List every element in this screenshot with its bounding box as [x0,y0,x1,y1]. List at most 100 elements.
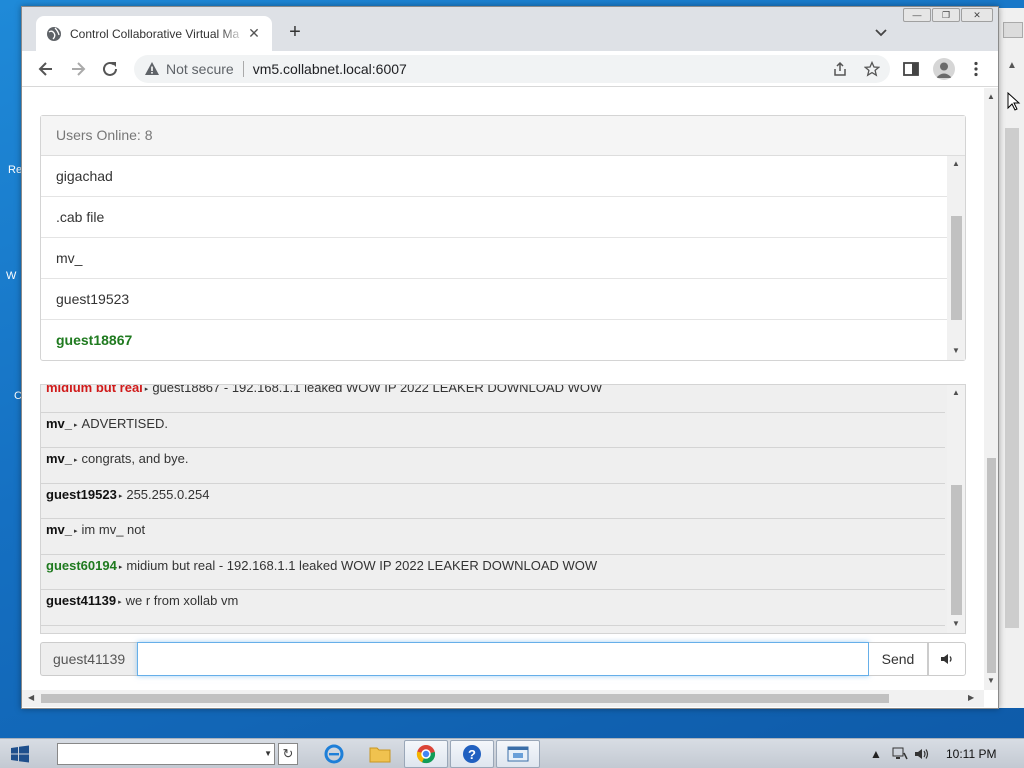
share-icon[interactable] [832,61,848,77]
desktop-icon-label: Re [8,164,23,176]
scroll-thumb[interactable] [987,458,996,673]
browser-tab[interactable]: Control Collaborative Virtual Ma ✕ [36,16,272,51]
close-tab-icon[interactable]: ✕ [246,25,262,42]
kebab-menu-icon[interactable] [967,60,985,78]
chat-input[interactable] [137,642,869,676]
chat-message: mv_ ▸ ADVERTISED. [41,413,945,448]
chat-message: mv_ ▸ congrats, and bye. [41,448,945,484]
help-icon: ? [463,745,481,763]
restore-button[interactable]: ❐ [932,8,960,22]
page-vertical-scrollbar[interactable]: ▲ ▼ [984,88,998,690]
back-arrow-icon[interactable] [36,59,56,79]
scroll-down-icon[interactable]: ▼ [952,619,960,628]
user-list-item-self[interactable]: guest18867 [41,320,947,360]
new-tab-button[interactable]: + [284,21,306,43]
background-window-scrollbar[interactable] [1005,128,1019,628]
page-horizontal-scrollbar[interactable]: ◀ ▶ [22,690,984,707]
caret-right-icon: ▸ [74,421,78,429]
scroll-up-icon[interactable]: ▲ [952,159,960,168]
side-panel-icon[interactable] [902,60,920,78]
browser-window: Control Collaborative Virtual Ma ✕ + — ❐… [21,6,999,709]
chat-message-text: midium but real - 192.168.1.1 leaked WOW… [126,557,598,573]
refresh-icon[interactable]: ↻ [278,743,298,765]
security-label[interactable]: Not secure [166,61,234,77]
user-list-item[interactable]: .cab file [41,197,947,238]
chat-message-username[interactable]: guest41139 [46,593,116,608]
scroll-right-icon[interactable]: ▶ [968,693,974,702]
chat-message: guest41139 ▸ we r from xollab vm [41,590,945,626]
chrome-icon [416,745,436,764]
star-icon[interactable] [864,61,880,77]
network-window-icon [507,746,529,762]
background-window[interactable]: ▲ [998,8,1024,708]
user-list-scrollbar[interactable]: ▲ ▼ [947,156,965,360]
user-list-item[interactable]: gigachad [41,156,947,197]
taskbar-chrome-button[interactable] [404,740,448,768]
scroll-up-icon[interactable]: ▲ [987,92,995,101]
send-button[interactable]: Send [869,642,928,676]
user-list-item[interactable]: guest19523 [41,279,947,320]
taskbar: ▼ ↻ ? ▲ 10:11 PM [0,738,1024,768]
user-list-item[interactable]: mv_ [41,238,947,279]
chat-message-username[interactable]: guest19523 [46,487,117,502]
address-separator [242,61,244,77]
profile-avatar[interactable] [933,58,955,80]
taskbar-ie-button[interactable] [312,740,356,768]
caret-right-icon: ▸ [118,599,122,606]
url-text[interactable]: vm5.collabnet.local:6007 [253,61,407,77]
chat-message: mv_ ▸ im mv_ not [41,519,945,555]
chat-message-username[interactable]: midium but real [46,385,143,395]
chat-message: guest60194 ▸ midium but real - 192.168.1.1… [41,555,945,590]
taskbar-help-button[interactable]: ? [450,740,494,768]
caret-right-icon: ▸ [74,457,78,464]
internet-explorer-icon [324,744,344,764]
folder-icon [369,747,391,763]
browser-toolbar: Not secure vm5.collabnet.local:6007 [22,51,998,87]
volume-tray-icon[interactable] [914,747,932,761]
users-online-header: Users Online: 8 [41,116,965,156]
tab-strip: Control Collaborative Virtual Ma ✕ + — ❐… [22,7,998,51]
reload-icon[interactable] [100,59,120,79]
minimize-button[interactable]: — [903,8,931,22]
clock[interactable]: 10:11 PM [946,747,996,761]
globe-icon [47,26,61,41]
scroll-left-icon[interactable]: ◀ [28,693,34,702]
desktop-icon-label: W [6,270,17,282]
volume-button[interactable] [928,642,966,676]
forward-arrow-icon[interactable] [68,59,88,79]
address-bar[interactable]: Not secure vm5.collabnet.local:6007 [134,55,890,83]
chevron-down-icon[interactable] [872,23,890,41]
chat-message-username[interactable]: guest60194 [46,558,117,573]
scroll-down-icon[interactable]: ▼ [952,346,960,355]
scroll-thumb[interactable] [41,694,889,703]
scroll-thumb[interactable] [951,216,962,320]
scroll-down-icon[interactable]: ▼ [987,676,995,685]
windows-start-icon[interactable] [10,745,30,763]
scroll-thumb[interactable] [951,485,962,615]
tray-expand-icon[interactable]: ▲ [870,747,882,761]
caret-right-icon: ▸ [144,386,149,393]
taskbar-explorer-button[interactable] [358,740,402,768]
current-username: guest41139 [40,642,137,676]
speaker-icon [941,654,952,664]
dropdown-arrow-icon[interactable]: ▼ [264,749,272,758]
taskbar-network-button[interactable] [496,740,540,768]
page-content: Users Online: 8 gigachad .cab file mv_ g… [22,88,984,690]
chat-message-text: 255.255.0.254 [126,486,210,502]
chat-composer: guest41139 Send [40,642,966,676]
chat-message-username[interactable]: mv_ [46,522,72,537]
chat-message-username[interactable]: mv_ [46,416,72,431]
background-window-button[interactable] [1003,22,1023,38]
warning-icon[interactable] [144,61,160,77]
network-tray-icon[interactable] [892,747,908,761]
address-toolbar-combo[interactable]: ▼ [57,743,275,765]
chat-message-username[interactable]: mv_ [46,451,72,466]
close-window-button[interactable]: ✕ [961,8,993,22]
caret-right-icon: ▸ [118,492,123,500]
person-icon [936,62,952,78]
chat-message-text: congrats, and bye. [81,451,189,466]
scroll-up-icon[interactable]: ▲ [1007,60,1017,71]
chat-scrollbar[interactable]: ▲ ▼ [947,385,965,633]
chat-message-text: we r from xollab vm [125,593,239,608]
scroll-up-icon[interactable]: ▲ [952,388,960,397]
